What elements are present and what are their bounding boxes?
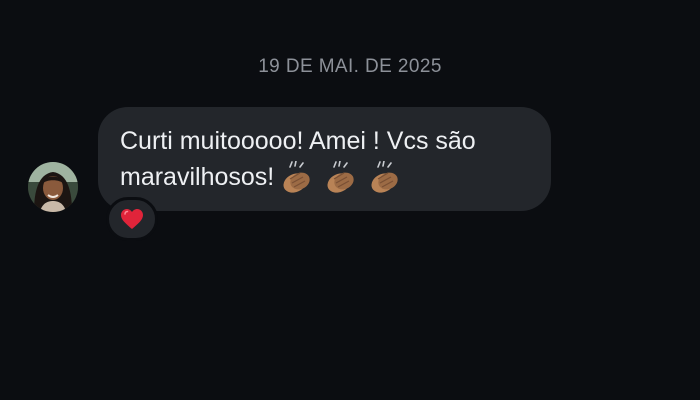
chat-thread: 19 DE MAI. DE 2025 Curti muitooooo! Amei… — [0, 0, 700, 400]
sender-avatar[interactable] — [28, 162, 78, 212]
message-bubble[interactable]: Curti muitooooo! Amei ! Vcs são maravilh… — [98, 107, 551, 211]
message-text: Curti muitooooo! Amei ! Vcs são maravilh… — [120, 123, 529, 197]
clapping-emojis — [278, 160, 410, 196]
red-heart-icon — [121, 209, 143, 229]
reaction-badge[interactable] — [106, 197, 158, 241]
avatar-photo-icon — [28, 162, 78, 212]
clapping-hands-icon — [322, 160, 358, 195]
date-separator: 19 DE MAI. DE 2025 — [258, 56, 442, 77]
clapping-hands-icon — [366, 160, 402, 195]
clapping-hands-icon — [278, 160, 314, 195]
